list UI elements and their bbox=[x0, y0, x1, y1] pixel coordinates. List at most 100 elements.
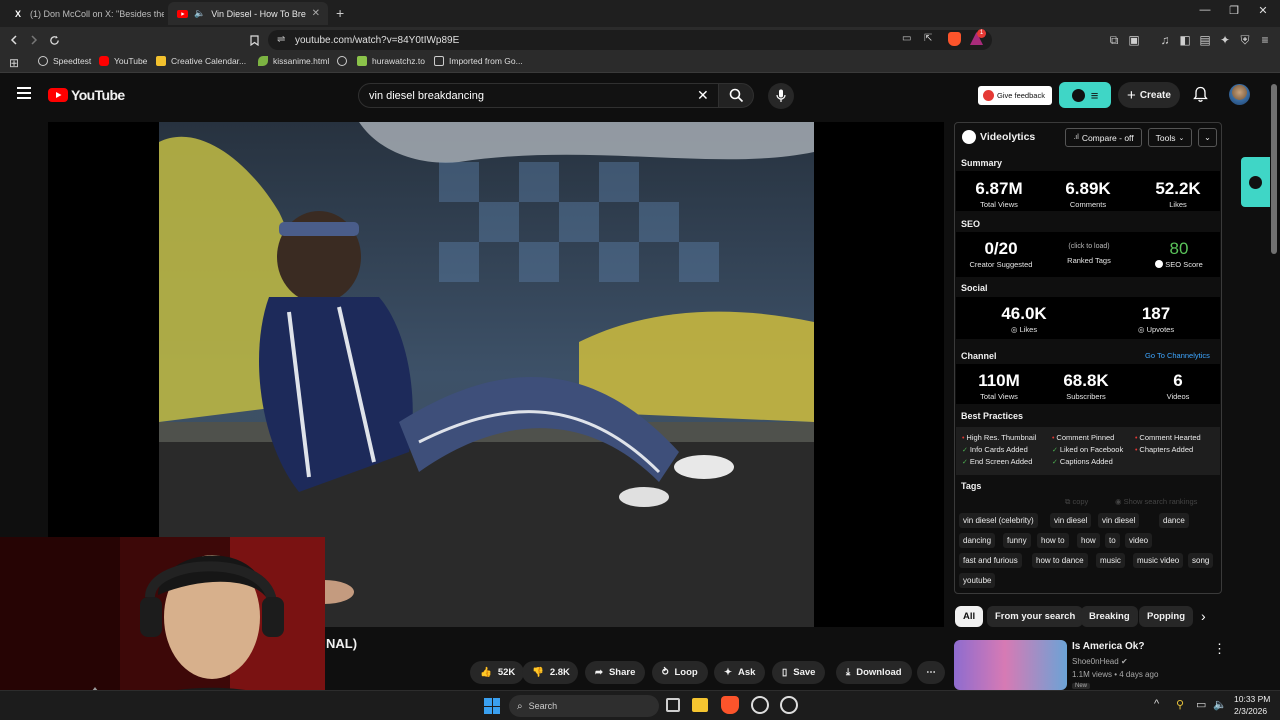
give-feedback-button[interactable]: Give feedback bbox=[978, 86, 1052, 105]
collapse-panel-button[interactable]: ⌄ bbox=[1198, 128, 1217, 147]
share-page-icon[interactable]: ⇱ bbox=[924, 33, 932, 44]
clear-search-icon[interactable]: ✕ bbox=[697, 87, 709, 104]
tray-chevron-up-icon[interactable]: ^ bbox=[1154, 698, 1159, 710]
recommended-video-title[interactable]: Is America Ok? bbox=[1072, 641, 1144, 652]
videolytics-side-tab[interactable] bbox=[1241, 157, 1270, 207]
taskbar-search[interactable]: ⌕ Search bbox=[509, 695, 659, 717]
split-view-icon[interactable]: ◧ bbox=[1177, 32, 1193, 48]
reload-icon[interactable] bbox=[46, 32, 62, 48]
more-options-icon[interactable]: ⋮ bbox=[1213, 641, 1226, 657]
tools-dropdown[interactable]: Tools ⌄ bbox=[1148, 128, 1192, 147]
tag-chip[interactable]: song bbox=[1188, 553, 1214, 568]
music-icon[interactable]: ♫ bbox=[1157, 32, 1173, 48]
file-explorer-icon[interactable] bbox=[692, 698, 708, 712]
chip-breaking[interactable]: Breaking bbox=[1081, 606, 1138, 627]
tag-chip[interactable]: dancing bbox=[959, 533, 996, 548]
tag-chip[interactable]: fast and furious bbox=[959, 553, 1022, 568]
create-button[interactable]: + Create bbox=[1118, 82, 1180, 108]
tag-chip[interactable]: dance bbox=[1159, 513, 1189, 528]
tag-chip[interactable]: how to dance bbox=[1032, 553, 1088, 568]
address-bar[interactable]: ⇌ youtube.com/watch?v=84Y0tIWp89E ▭ ⇱ 1 bbox=[268, 29, 992, 50]
clock-date[interactable]: 2/3/2026 bbox=[1234, 706, 1267, 716]
notifications-bell-icon[interactable] bbox=[1193, 86, 1208, 108]
like-button[interactable]: 👍 52K bbox=[470, 661, 524, 684]
close-tab-icon[interactable]: ✕ bbox=[312, 8, 320, 19]
tab-x-post[interactable]: X (1) Don McColl on X: "Besides the ele bbox=[4, 2, 164, 25]
leo-ai-icon[interactable]: ✦ bbox=[1217, 32, 1233, 48]
chip-from-your-search[interactable]: From your search bbox=[987, 606, 1084, 627]
chevron-right-icon[interactable]: › bbox=[1201, 608, 1206, 624]
dislike-button[interactable]: 👎 2.8K bbox=[522, 661, 578, 684]
menu-icon[interactable]: ≡ bbox=[1257, 32, 1273, 48]
tag-chip[interactable]: youtube bbox=[959, 573, 996, 588]
tag-chip[interactable]: vin diesel bbox=[1098, 513, 1140, 528]
loop-button[interactable]: ⥁ Loop bbox=[652, 661, 708, 684]
recommended-video-thumbnail[interactable] bbox=[954, 640, 1067, 690]
forward-icon[interactable] bbox=[26, 32, 42, 48]
bookmark-kissanime[interactable]: kissanime.html bbox=[258, 56, 329, 66]
share-button[interactable]: ➦ Share bbox=[585, 661, 646, 684]
avatar[interactable] bbox=[1229, 84, 1250, 105]
windows-start-icon[interactable] bbox=[484, 698, 500, 714]
site-info-icon[interactable]: ⇌ bbox=[277, 34, 285, 45]
youtube-logo[interactable]: YouTube bbox=[48, 87, 125, 103]
show-search-rankings-button[interactable]: ◉ Show search rankings bbox=[1115, 497, 1197, 506]
search-input[interactable]: vin diesel breakdancing ✕ bbox=[358, 83, 720, 108]
media-player-icon[interactable] bbox=[780, 696, 798, 714]
tag-chip[interactable]: vin diesel bbox=[1050, 513, 1092, 528]
more-actions-button[interactable]: ⋯ bbox=[917, 661, 945, 684]
task-view-icon[interactable] bbox=[666, 698, 680, 712]
voice-search-button[interactable] bbox=[768, 83, 794, 109]
page-scrollbar[interactable] bbox=[1271, 84, 1277, 254]
brave-shields-icon[interactable] bbox=[948, 32, 961, 46]
save-button[interactable]: ▯ Save bbox=[772, 661, 826, 684]
speaker-icon[interactable]: 🔈 bbox=[194, 8, 205, 19]
apps-grid-icon[interactable]: ⊞ bbox=[6, 55, 22, 71]
tag-chip[interactable]: to bbox=[1105, 533, 1120, 548]
tag-chip[interactable]: funny bbox=[1003, 533, 1031, 548]
bookmark-folder-imported[interactable]: Imported from Go... bbox=[434, 56, 523, 66]
bookmark-globe[interactable] bbox=[337, 56, 347, 66]
cast-icon[interactable]: ▭ bbox=[902, 33, 911, 44]
volume-icon[interactable]: 🔈 bbox=[1213, 698, 1227, 711]
chip-all[interactable]: All bbox=[955, 606, 984, 627]
bookmark-creative-calendar[interactable]: Creative Calendar... bbox=[156, 56, 246, 66]
wallet-icon[interactable]: ▤ bbox=[1197, 32, 1213, 48]
new-tab-button[interactable]: + bbox=[336, 5, 344, 21]
chip-popping[interactable]: Popping bbox=[1139, 606, 1193, 627]
extensions-icon[interactable]: ⧉ bbox=[1106, 32, 1122, 48]
tag-chip[interactable]: vin diesel (celebrity) bbox=[959, 513, 1038, 528]
restore-button[interactable]: ❐ bbox=[1219, 4, 1249, 17]
bookmark-youtube[interactable]: YouTube bbox=[99, 56, 147, 66]
recommended-channel-name[interactable]: Shoe0nHead ✔ bbox=[1072, 657, 1128, 666]
download-button[interactable]: ⤓ Download bbox=[836, 661, 912, 684]
tag-chip[interactable]: video bbox=[1125, 533, 1153, 548]
obs-icon[interactable] bbox=[751, 696, 769, 714]
compare-button[interactable]: .ıl Compare - off bbox=[1065, 128, 1142, 147]
network-icon[interactable]: ▭ bbox=[1196, 698, 1206, 711]
copy-tags-button[interactable]: ⧉ copy bbox=[1065, 497, 1088, 507]
bookmark-speedtest[interactable]: Speedtest bbox=[38, 56, 91, 66]
tag-chip[interactable]: music video bbox=[1133, 553, 1184, 568]
bookmark-icon[interactable] bbox=[246, 32, 262, 48]
tag-chip[interactable]: how to bbox=[1037, 533, 1069, 548]
bookmark-hurawatch[interactable]: hurawatchz.to bbox=[357, 56, 425, 66]
back-icon[interactable] bbox=[6, 32, 22, 48]
go-to-channelytics-link[interactable]: Go To Channelytics bbox=[1145, 351, 1210, 360]
close-window-button[interactable]: ✕ bbox=[1248, 4, 1278, 17]
minimize-button[interactable]: — bbox=[1190, 4, 1220, 16]
vpn-shield-icon[interactable]: ⛨ bbox=[1237, 32, 1253, 48]
hamburger-menu-icon[interactable] bbox=[17, 87, 31, 99]
tag-chip[interactable]: music bbox=[1096, 553, 1125, 568]
click-to-load-link[interactable]: (click to load) bbox=[1053, 243, 1125, 250]
search-button[interactable] bbox=[718, 83, 754, 108]
tab-youtube-video[interactable]: 🔈 Vin Diesel - How To Break Da ✕ bbox=[168, 2, 328, 25]
sidebar-toggle-icon[interactable]: ▣ bbox=[1126, 32, 1142, 48]
clock-time[interactable]: 10:33 PM bbox=[1234, 694, 1270, 704]
ask-button[interactable]: ✦ Ask bbox=[714, 661, 766, 684]
videolytics-toggle-button[interactable]: ≡ bbox=[1059, 82, 1111, 108]
tag-chip[interactable]: how bbox=[1077, 533, 1100, 548]
location-icon[interactable]: ⚲ bbox=[1176, 698, 1184, 711]
brave-browser-icon[interactable] bbox=[721, 696, 739, 714]
stat-ranked-tags[interactable]: (click to load) Ranked Tags bbox=[1053, 243, 1125, 265]
